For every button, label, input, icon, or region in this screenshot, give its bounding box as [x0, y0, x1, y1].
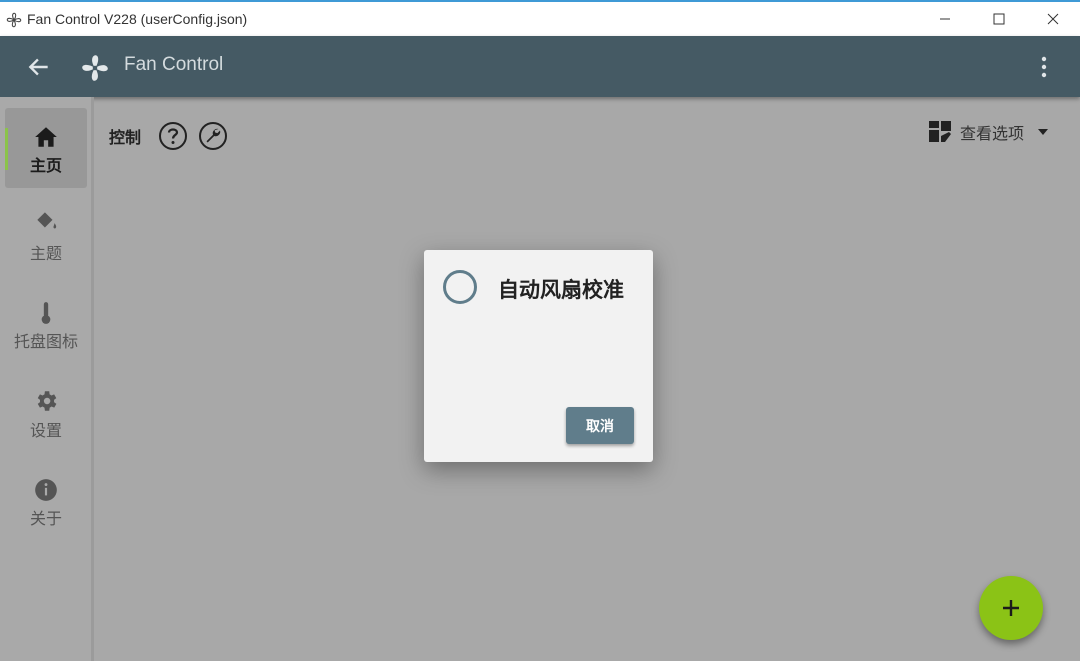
fan-logo-icon — [82, 55, 108, 81]
window-titlebar: Fan Control V228 (userConfig.json) — [0, 0, 1080, 36]
view-options-button[interactable]: 查看选项 — [928, 117, 1050, 147]
info-icon — [35, 479, 57, 501]
dialog-title: 自动风扇校准 — [498, 278, 624, 302]
sidebar-item-label: 主页 — [29, 156, 62, 175]
help-icon[interactable] — [158, 121, 188, 151]
plus-icon — [1003, 600, 1019, 616]
add-fab-button[interactable] — [979, 576, 1043, 640]
sidebar-item-home[interactable]: 主页 — [5, 108, 87, 188]
more-vert-icon[interactable] — [1032, 54, 1056, 80]
home-icon — [35, 127, 57, 147]
maximize-button[interactable] — [972, 2, 1026, 36]
cancel-button[interactable]: 取消 — [566, 407, 634, 444]
progress-ring-icon — [443, 270, 477, 304]
app-header: Fan Control — [0, 36, 1080, 97]
app-title: Fan Control — [124, 54, 224, 75]
view-options-label: 查看选项 — [960, 124, 1025, 143]
sidebar-item-about[interactable]: 关于 — [5, 461, 87, 541]
thermometer-icon — [41, 302, 51, 324]
close-icon — [1047, 13, 1059, 25]
fan-app-icon — [6, 12, 22, 28]
paint-bucket-icon — [37, 212, 57, 229]
sidebar-item-label: 关于 — [29, 509, 62, 528]
section-label: 控制 — [109, 128, 142, 147]
window-title: Fan Control V228 (userConfig.json) — [27, 11, 248, 27]
close-button[interactable] — [1026, 2, 1080, 36]
sidebar: 主页 主题 托盘图标 设置 关于 — [0, 97, 94, 661]
maximize-icon — [993, 13, 1005, 25]
gear-icon — [37, 391, 57, 411]
minimize-icon — [940, 18, 950, 20]
dashboard-layout-icon — [929, 121, 951, 142]
sidebar-item-label: 设置 — [29, 421, 62, 440]
sidebar-item-settings[interactable]: 设置 — [5, 373, 87, 453]
back-arrow-icon[interactable] — [26, 54, 52, 80]
sidebar-item-label: 托盘图标 — [13, 332, 78, 351]
fan-calibration-dialog: 自动风扇校准 取消 — [424, 250, 653, 462]
sidebar-item-tray-icon[interactable]: 托盘图标 — [5, 284, 87, 364]
minimize-button[interactable] — [918, 2, 972, 36]
sidebar-item-label: 主题 — [29, 244, 62, 263]
sidebar-item-theme[interactable]: 主题 — [5, 196, 87, 276]
wrench-icon[interactable] — [198, 121, 228, 151]
caret-down-icon — [1038, 129, 1049, 135]
